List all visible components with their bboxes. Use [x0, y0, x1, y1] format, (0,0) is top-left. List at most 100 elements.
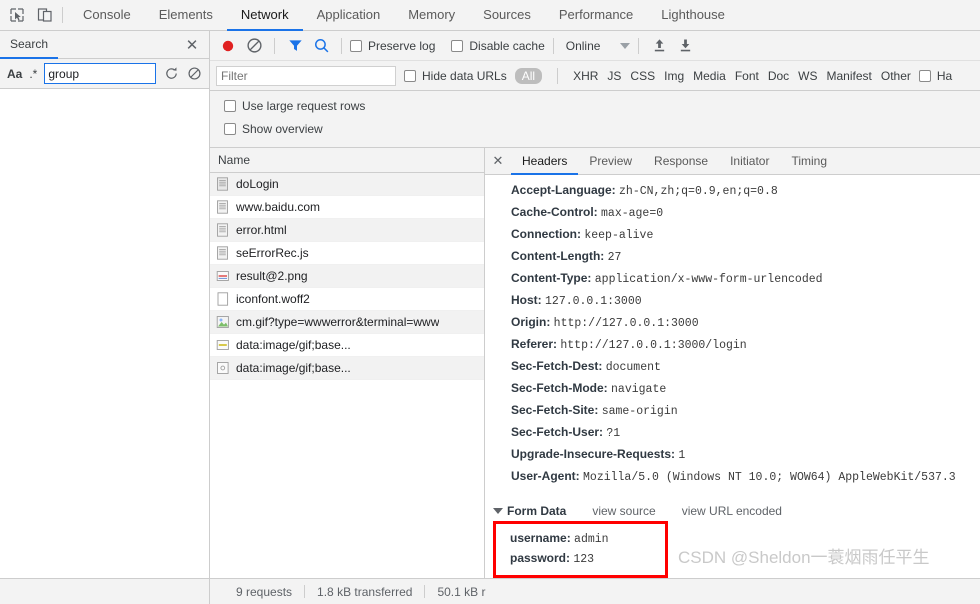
request-name: error.html — [236, 223, 287, 237]
pill-divider — [557, 67, 559, 84]
view-source-link[interactable]: view source — [592, 504, 655, 518]
export-har-icon[interactable] — [673, 34, 697, 58]
header-value: 127.0.0.1:3000 — [545, 295, 642, 308]
header-value: ?1 — [606, 427, 621, 440]
preserve-log-checkbox[interactable]: Preserve log — [350, 39, 435, 53]
table-row[interactable]: error.html — [210, 219, 484, 242]
tab-performance[interactable]: Performance — [545, 0, 647, 31]
form-field-value: admin — [574, 533, 609, 546]
search-query-row: Aa .* — [0, 59, 209, 89]
header-row: Upgrade-Insecure-Requests: 1 — [485, 444, 980, 466]
tab-application[interactable]: Application — [303, 0, 395, 31]
tab-lighthouse[interactable]: Lighthouse — [647, 0, 739, 31]
table-row[interactable]: www.baidu.com — [210, 196, 484, 219]
image-icon — [216, 361, 230, 375]
tab-sources[interactable]: Sources — [469, 0, 545, 31]
tab-headers[interactable]: Headers — [511, 148, 579, 175]
document-icon — [216, 223, 230, 237]
form-data-header: Form Data view source view URL encoded — [485, 501, 980, 521]
type-filter-manifest[interactable]: Manifest — [827, 69, 872, 83]
request-name: cm.gif?type=wwwerror&terminal=www — [236, 315, 440, 329]
request-list-header: Name — [210, 148, 484, 173]
type-filter-doc[interactable]: Doc — [768, 69, 789, 83]
tab-elements[interactable]: Elements — [145, 0, 227, 31]
match-case-toggle[interactable]: Aa — [7, 67, 22, 81]
status-bar: 9 requests 1.8 kB transferred 50.1 kB r — [0, 578, 980, 604]
regex-toggle[interactable]: .* — [29, 67, 37, 81]
header-row: User-Agent: Mozilla/5.0 (Windows NT 10.0… — [485, 466, 980, 488]
clear-icon[interactable] — [186, 66, 202, 82]
details-tab-label: Initiator — [730, 153, 770, 168]
use-large-rows-checkbox[interactable]: Use large request rows — [224, 99, 980, 113]
network-toolbar: Preserve log Disable cache Online — [210, 31, 980, 61]
table-row[interactable]: iconfont.woff2 — [210, 288, 484, 311]
header-value: max-age=0 — [601, 207, 664, 220]
table-row[interactable]: data:image/gif;base... — [210, 357, 484, 380]
show-overview-checkbox[interactable]: Show overview — [224, 122, 980, 136]
network-options: Use large request rows Show overview — [210, 91, 980, 148]
resource-type-filters: All XHR JS CSS Img Media Font Doc WS Man… — [514, 67, 911, 84]
status-requests-count: 9 requests — [236, 584, 293, 599]
inspect-element-icon[interactable] — [8, 6, 26, 24]
tab-response[interactable]: Response — [643, 148, 719, 175]
disable-cache-checkbox[interactable]: Disable cache — [451, 39, 545, 53]
table-row[interactable]: data:image/gif;base... — [210, 334, 484, 357]
table-row[interactable]: result@2.png — [210, 265, 484, 288]
throttling-select[interactable]: Online — [562, 39, 631, 53]
close-icon[interactable]: ✕ — [485, 148, 511, 174]
view-url-encoded-link[interactable]: view URL encoded — [682, 504, 782, 518]
header-value: navigate — [611, 383, 667, 396]
hide-data-urls-checkbox[interactable]: Hide data URLs — [404, 69, 507, 83]
filter-input[interactable] — [216, 65, 396, 86]
header-value: http://127.0.0.1:3000/login — [560, 339, 747, 352]
type-filter-js[interactable]: JS — [607, 69, 621, 83]
type-filter-css[interactable]: CSS — [630, 69, 655, 83]
request-name: data:image/gif;base... — [236, 338, 351, 352]
script-icon — [216, 246, 230, 260]
filter-funnel-icon[interactable] — [283, 34, 307, 58]
tab-timing[interactable]: Timing — [780, 148, 838, 175]
tab-network[interactable]: Network — [226, 0, 303, 31]
tab-preview[interactable]: Preview — [578, 148, 643, 175]
table-row[interactable]: cm.gif?type=wwwerror&terminal=www — [210, 311, 484, 334]
header-row: Origin: http://127.0.0.1:3000 — [485, 312, 980, 334]
header-value: 27 — [607, 251, 622, 264]
refresh-icon[interactable] — [163, 66, 179, 82]
header-value: keep-alive — [584, 229, 654, 242]
watermark: CSDN @Sheldon一蓑烟雨任平生 — [678, 548, 930, 567]
request-name: www.baidu.com — [236, 200, 321, 214]
devtools-body: Search ✕ Aa .* group Preserve log Disabl… — [0, 31, 980, 578]
type-filter-media[interactable]: Media — [693, 69, 726, 83]
tab-label: Lighthouse — [661, 7, 725, 22]
checkbox-box — [350, 39, 362, 52]
import-har-icon[interactable] — [647, 34, 671, 58]
type-filter-all[interactable]: All — [514, 67, 543, 84]
table-row[interactable]: doLogin — [210, 173, 484, 196]
headers-scroll-area[interactable]: Accept-Language: zh-CN,zh;q=0.9,en;q=0.8… — [485, 175, 980, 578]
has-blocked-label: Ha — [936, 68, 953, 83]
tab-memory[interactable]: Memory — [394, 0, 469, 31]
table-row[interactable]: seErrorRec.js — [210, 242, 484, 265]
clear-requests-icon[interactable] — [242, 34, 266, 58]
tab-console[interactable]: Console — [69, 0, 145, 31]
tab-initiator[interactable]: Initiator — [719, 148, 780, 175]
header-row: Cache-Control: max-age=0 — [485, 202, 980, 224]
search-icon[interactable] — [309, 34, 333, 58]
search-input[interactable] — [44, 63, 156, 84]
form-data-title[interactable]: Form Data — [493, 504, 566, 518]
type-filter-font[interactable]: Font — [735, 69, 759, 83]
type-filter-other[interactable]: Other — [881, 69, 911, 83]
request-name: iconfont.woff2 — [236, 292, 310, 306]
has-blocked-cookies-checkbox[interactable]: Ha — [918, 68, 953, 83]
close-icon[interactable]: ✕ — [179, 32, 205, 58]
header-row: Sec-Fetch-Dest: document — [485, 356, 980, 378]
header-key: Accept-Language: — [511, 183, 616, 197]
details-tab-label: Preview — [589, 153, 633, 168]
checkbox-box — [224, 100, 236, 112]
type-filter-img[interactable]: Img — [664, 69, 684, 83]
record-button-icon[interactable] — [216, 34, 240, 58]
details-tabs: ✕ Headers Preview Response Initiator Tim… — [485, 148, 980, 175]
type-filter-xhr[interactable]: XHR — [573, 69, 598, 83]
type-filter-ws[interactable]: WS — [798, 69, 817, 83]
device-toolbar-icon[interactable] — [36, 6, 54, 24]
